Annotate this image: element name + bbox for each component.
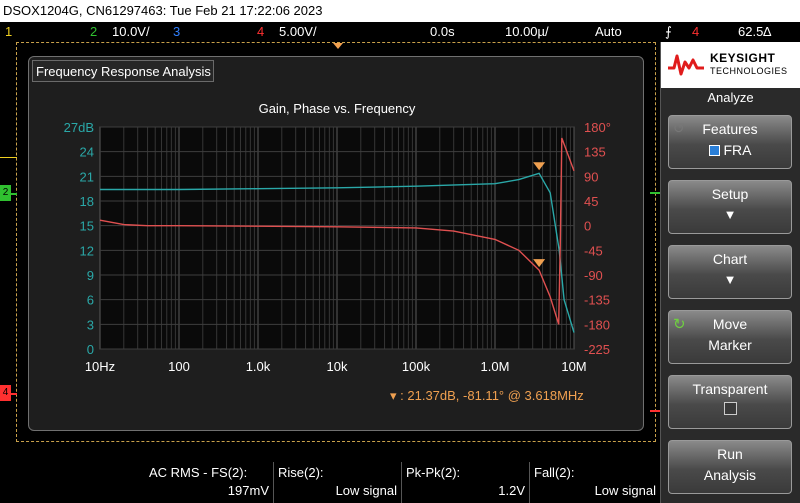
y-left-tick-label: 6 [87,293,94,308]
y-left-tick-label: 15 [80,219,94,234]
y-right-tick-label: -45 [584,243,603,258]
y-left-tick-label: 3 [87,317,94,332]
measurement-value: 197mV [227,483,269,498]
trigger-mode[interactable]: Auto [595,22,622,42]
softkey-value: FRA [669,142,791,158]
ch1-marker-line [0,157,17,158]
measurement-value: Low signal [594,483,656,498]
y-right-tick-label: 180° [584,120,611,135]
brand-name: KEYSIGHT [710,51,776,65]
x-tick-label: 1.0k [246,359,271,374]
timebase-value[interactable]: 10.00µ/ [505,22,549,42]
fra-chart: Gain, Phase vs. Frequency 27dB 24 21 18 15 12 9… [64,101,611,374]
chart-title: Gain, Phase vs. Frequency [259,101,416,116]
y-left-tick-label: 9 [87,268,94,283]
x-tick-label: 10Hz [85,359,115,374]
checkbox-icon [708,145,720,156]
measurement-value: 1.2V [498,483,525,498]
softkey-label: Features [702,121,758,137]
submenu-arrow-icon: ▼ [723,207,737,222]
setup-softkey[interactable]: Setup ▼ [668,180,792,234]
ch4-ground-marker[interactable]: 4 [0,385,11,401]
ch2-scale[interactable]: 10.0V/ [112,22,150,42]
measurement-ac-rms[interactable]: AC RMS - FS(2): 197mV [145,462,273,503]
trigger-channel[interactable]: 4 [692,22,699,42]
measurement-label: Fall(2): [534,465,575,480]
run-analysis-softkey[interactable]: Run Analysis [668,440,792,494]
softkey-label-line2: Marker [708,337,752,353]
ch4-right-marker [650,410,660,412]
softkey-label: Transparent [692,381,768,397]
measurement-value: Low signal [335,483,397,498]
marker-readout-icon: ▾ : [390,388,408,403]
ch4-number[interactable]: 4 [257,22,264,42]
delay-value[interactable]: 0.0s [430,22,455,42]
channel-bar: 1 2 10.0V/ 3 4 5.00V/ 0.0s 10.00µ/ Auto … [0,22,800,42]
y-left-tick-label: 0 [87,342,94,357]
brand-subtitle: TECHNOLOGIES [710,66,788,76]
window-title: DSOX1204G, CN61297463: Tue Feb 21 17:22:… [0,0,800,22]
ch4-ground-line [11,393,17,395]
y-right-tick-label: 90 [584,169,598,184]
measurement-label: AC RMS - FS(2): [149,465,248,480]
panel-title: Frequency Response Analysis [32,60,214,82]
marker-readout: ▾ : 21.37dB, -81.11° @ 3.618MHz [390,388,584,404]
x-tick-label: 100k [402,359,431,374]
trigger-edge-icon: ⨍ [665,24,672,39]
y-right-tick-label: -90 [584,268,603,283]
y-right-tick-label: -225 [584,342,610,357]
y-left-tick-label: 27dB [64,120,94,135]
softkey-label-line2: Analysis [703,467,757,483]
y-right-tick-label: 0 [584,219,591,234]
y-right-tick-label: 45 [584,194,598,209]
measurement-bar: AC RMS - FS(2): 197mV Rise(2): Low signa… [0,462,660,503]
softkey-label: Move [712,316,748,332]
ch2-ground-line [11,193,17,195]
submenu-arrow-icon: ▼ [723,272,737,287]
y-right-tick-label: -180 [584,317,610,332]
y-left-tick-label: 18 [80,194,94,209]
trigger-level[interactable]: 62.5∆ [738,22,771,42]
measurement-label: Rise(2): [278,465,324,480]
menu-title: Analyze [707,90,754,105]
softkey-label: Run [717,446,743,462]
y-right-tick-label: 135 [584,145,606,160]
x-tick-label: 10k [327,359,348,374]
x-tick-label: 1.0M [481,359,510,374]
ch2-right-marker [650,192,660,194]
measurement-label: Pk-Pk(2): [406,465,461,480]
measurement-pkpk[interactable]: Pk-Pk(2): 1.2V [401,462,529,503]
marker-readout-value: 21.37dB, -81.11° @ 3.618MHz [407,388,584,403]
y-left-tick-label: 21 [80,169,94,184]
softkey-label: Setup [711,186,749,202]
y-right-tick-label: -135 [584,293,610,308]
ch2-ground-marker[interactable]: 2 [0,185,11,201]
move-marker-softkey[interactable]: ↻ Move Marker [668,310,792,364]
ch3-number[interactable]: 3 [173,22,180,42]
y-left-tick-label: 24 [80,145,94,160]
chart-softkey[interactable]: Chart ▼ [668,245,792,299]
y-left-tick-label: 12 [80,243,94,258]
x-tick-label: 10M [561,359,586,374]
x-tick-label: 100 [168,359,190,374]
transparent-softkey[interactable]: Transparent [668,375,792,429]
features-softkey[interactable]: ↺ Features FRA [668,115,792,169]
trigger-position-icon [333,43,343,49]
checkbox-icon [669,402,791,418]
softkey-label: Chart [712,251,748,267]
measurement-fall[interactable]: Fall(2): Low signal [529,462,660,503]
ch2-number[interactable]: 2 [90,22,97,42]
keysight-wave-icon [668,54,704,76]
measurement-rise[interactable]: Rise(2): Low signal [273,462,401,503]
ch4-scale[interactable]: 5.00V/ [279,22,317,42]
ch1-number[interactable]: 1 [5,22,12,42]
